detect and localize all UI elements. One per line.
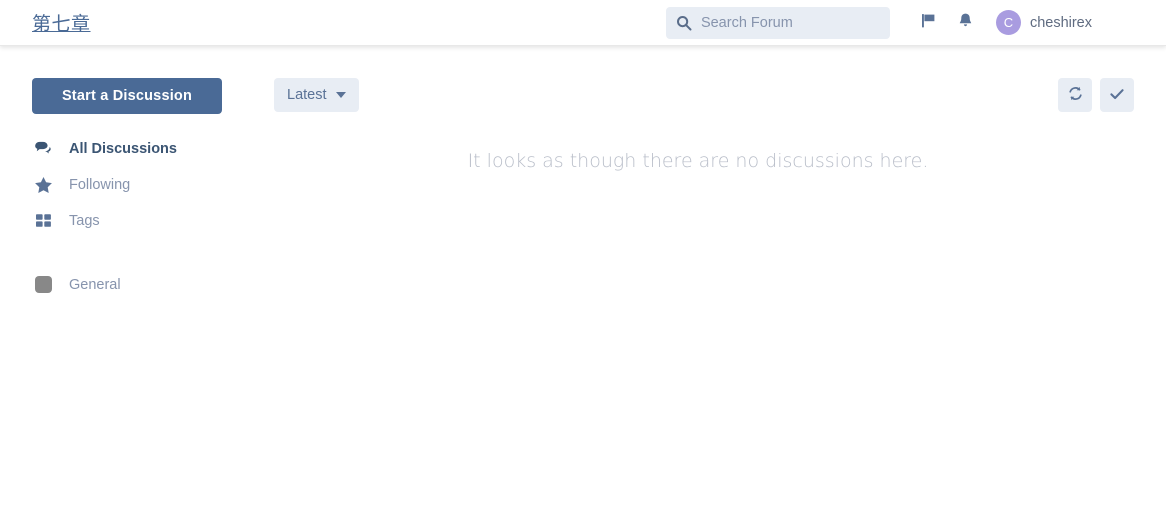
- sidebar-tag-general[interactable]: General: [32, 272, 262, 297]
- sidebar-item-label: Tags: [69, 212, 100, 229]
- avatar: C: [995, 10, 1021, 35]
- toolbar-actions: [1058, 78, 1134, 112]
- sidebar-item-label: Following: [69, 176, 131, 193]
- bell-icon: [957, 12, 974, 34]
- search-icon: [676, 15, 692, 31]
- refresh-icon: [1067, 85, 1084, 105]
- content-row: All Discussions Following Tags General I…: [0, 114, 1166, 308]
- notifications-button[interactable]: [953, 10, 979, 36]
- header-left-group: 第七章: [0, 9, 91, 36]
- star-icon: [32, 176, 54, 194]
- mark-all-read-button[interactable]: [1100, 78, 1134, 112]
- header-right-group: C cheshirex: [665, 6, 1166, 39]
- sidebar-item-following[interactable]: Following: [32, 172, 262, 197]
- refresh-button[interactable]: [1058, 78, 1092, 112]
- sort-dropdown[interactable]: Latest: [274, 78, 359, 112]
- check-icon: [1108, 85, 1126, 106]
- tags-grid-icon: [32, 212, 54, 229]
- sidebar-item-tags[interactable]: Tags: [32, 208, 262, 233]
- search-box[interactable]: [665, 6, 890, 39]
- search-input[interactable]: [700, 14, 880, 31]
- discussions-icon: [32, 140, 54, 157]
- sort-dropdown-label: Latest: [287, 87, 327, 103]
- toolbar-row: Start a Discussion Latest: [0, 46, 1166, 114]
- sidebar-item-label: All Discussions: [69, 140, 177, 157]
- chevron-down-icon: [335, 92, 346, 98]
- sidebar-item-all-discussions[interactable]: All Discussions: [32, 136, 262, 161]
- forum-title-link[interactable]: 第七章: [32, 9, 91, 36]
- app-header: 第七章 Search Forum C cheshirex: [0, 0, 1166, 46]
- discussion-list-area: It looks as though there are no discussi…: [262, 114, 1134, 308]
- empty-state-message: It looks as though there are no discussi…: [467, 150, 929, 172]
- flag-button[interactable]: [916, 10, 942, 36]
- sidebar-tag-label: General: [69, 276, 121, 293]
- sidebar-divider-gap: [32, 244, 262, 272]
- flag-icon: [920, 12, 937, 34]
- tag-color-swatch-icon: [32, 276, 54, 293]
- username-label: cheshirex: [1029, 14, 1092, 31]
- sidebar: All Discussions Following Tags General: [32, 114, 262, 308]
- user-menu[interactable]: C cheshirex: [995, 10, 1092, 35]
- page-body: Start a Discussion Latest All Discussion…: [0, 46, 1166, 524]
- start-discussion-button[interactable]: Start a Discussion: [32, 78, 222, 114]
